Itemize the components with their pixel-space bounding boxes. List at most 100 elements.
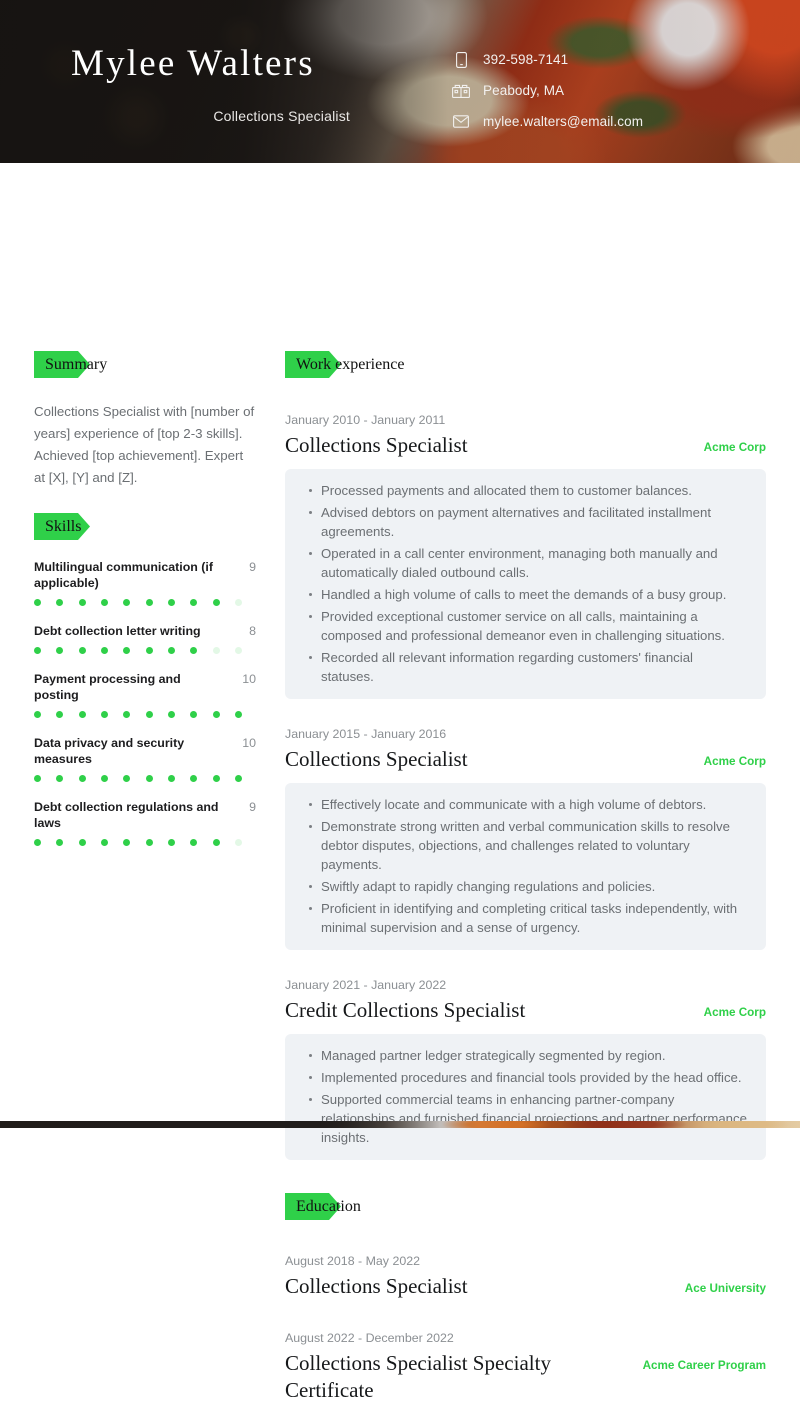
rating-dot-filled (34, 711, 41, 718)
contact-location-value: Peabody, MA (483, 83, 565, 98)
contact-item-location: Peabody, MA (452, 75, 643, 106)
rating-dot-filled (145, 711, 153, 718)
rating-dot-filled (145, 599, 153, 606)
rating-dot-filled (190, 647, 198, 654)
rating-dot-filled (123, 775, 131, 782)
entry-bullet: Demonstrate strong written and verbal co… (309, 817, 748, 874)
entry-bullet: Recorded all relevant information regard… (309, 648, 748, 686)
entry-bullet-list: Managed partner ledger strategically seg… (303, 1046, 748, 1147)
entry-dates: August 2018 - May 2022 (285, 1254, 421, 1268)
phone-icon (452, 51, 470, 69)
rating-dot-filled (78, 839, 86, 846)
entry-dates: January 2010 - January 2011 (285, 413, 446, 427)
rating-dot-filled (56, 711, 64, 718)
entry-bullet: Effectively locate and communicate with … (309, 795, 748, 814)
rating-dot-filled (56, 839, 64, 846)
skill-item: Multilingual communication (if applicabl… (34, 559, 256, 606)
contact-list: 392-598-7141 Peabody, MA mylee.walters@e… (452, 44, 643, 137)
rating-dot-filled (212, 711, 220, 718)
rating-dot-filled (34, 775, 41, 782)
skill-score: 9 (249, 800, 256, 814)
section-title-skills: Skills (45, 518, 82, 535)
rating-dot-filled (167, 839, 175, 846)
skill-score: 9 (249, 560, 256, 574)
page-title: Mylee Walters (71, 43, 315, 84)
entry-bullet: Provided exceptional customer service on… (309, 607, 748, 645)
entry-bullets-card: Managed partner ledger strategically seg… (285, 1034, 766, 1160)
skill-item: Debt collection letter writing 8 (34, 623, 256, 654)
rating-dot-filled (167, 647, 175, 654)
entry-bullet-list: Processed payments and allocated them to… (303, 481, 748, 686)
entry-bullet: Implemented procedures and financial too… (309, 1068, 748, 1087)
skill-rating-dots (34, 647, 242, 654)
entry-title: Credit Collections Specialist (285, 998, 526, 1022)
skill-rating-dots (34, 599, 242, 606)
entry-organization: Acme Corp (703, 755, 766, 768)
rating-dot-filled (234, 775, 242, 782)
entry-dates: January 2021 - January 2022 (285, 978, 447, 992)
skill-score: 10 (242, 672, 256, 686)
entry-bullet: Supported commercial teams in enhancing … (309, 1092, 747, 1145)
section-header-skills: Skills (34, 513, 256, 541)
rating-dot-filled (145, 775, 153, 782)
entry-organization: Acme Corp (703, 441, 766, 454)
entry-bullet: Processed payments and allocated them to… (309, 481, 748, 500)
entry-title: Collections Specialist (285, 747, 468, 771)
skill-item: Data privacy and security measures 10 (34, 735, 256, 782)
rating-dot-filled (34, 599, 41, 606)
rating-dot-filled (190, 775, 198, 782)
entry-bullet: Operated in a call center environment, m… (309, 544, 748, 582)
building-icon (452, 82, 470, 100)
rating-dot-filled (100, 599, 108, 606)
entry-dates: August 2022 - December 2022 (285, 1331, 454, 1345)
rating-dot-filled (100, 775, 108, 782)
rating-dot-empty (234, 839, 242, 846)
rating-dot-filled (34, 647, 41, 654)
rating-dot-filled (123, 647, 131, 654)
envelope-icon (452, 113, 470, 131)
skill-item: Debt collection regulations and laws 9 (34, 799, 256, 846)
footer-photo-strip (0, 1121, 800, 1128)
entry-title: Collections Specialist Specialty Certifi… (285, 1351, 551, 1402)
rating-dot-filled (190, 599, 198, 606)
entry-organization: Ace University (684, 1282, 766, 1295)
education-entry: August 2018 - May 2022 Collections Speci… (285, 1253, 766, 1300)
rating-dot-filled (100, 839, 108, 846)
main-column: Work experience January 2010 - January 2… (285, 351, 766, 1404)
entry-title: Collections Specialist (285, 1274, 468, 1298)
skill-name: Debt collection regulations and laws (34, 800, 219, 830)
rating-dot-filled (234, 711, 242, 718)
rating-dot-filled (190, 711, 198, 718)
rating-dot-filled (123, 599, 131, 606)
entry-bullet: Swiftly adapt to rapidly changing regula… (309, 877, 748, 896)
rating-dot-filled (78, 599, 86, 606)
section-header-summary: Summary (34, 351, 256, 379)
skill-name: Payment processing and posting (34, 672, 181, 702)
rating-dot-filled (56, 599, 64, 606)
rating-dot-filled (56, 775, 64, 782)
section-title-education: Education (296, 1198, 361, 1215)
education-entry: August 2022 - December 2022 Collections … (285, 1330, 766, 1404)
rating-dot-filled (167, 775, 175, 782)
contact-email-value: mylee.walters@email.com (483, 114, 644, 129)
skill-item: Payment processing and posting 10 (34, 671, 256, 718)
rating-dot-filled (34, 839, 41, 846)
experience-entry: January 2010 - January 2011 Collections … (285, 412, 766, 699)
rating-dot-filled (100, 711, 108, 718)
entry-bullet: Handled a high volume of calls to meet t… (309, 585, 748, 604)
entry-bullet-list: Effectively locate and communicate with … (303, 795, 748, 937)
section-title-summary: Summary (45, 356, 108, 373)
rating-dot-filled (145, 647, 153, 654)
contact-phone-value: 392-598-7141 (483, 52, 569, 67)
skill-rating-dots (34, 711, 242, 718)
sidebar-column: Summary Collections Specialist with [num… (34, 351, 256, 863)
rating-dot-filled (123, 711, 131, 718)
entry-bullets-card: Processed payments and allocated them to… (285, 469, 766, 699)
rating-dot-filled (167, 599, 175, 606)
rating-dot-empty (234, 599, 242, 606)
skills-section: Skills Multilingual communication (if ap… (34, 513, 256, 846)
rating-dot-empty (234, 647, 242, 654)
rating-dot-filled (123, 839, 131, 846)
entry-dates: January 2015 - January 2016 (285, 727, 447, 741)
entry-bullets-card: Effectively locate and communicate with … (285, 783, 766, 950)
